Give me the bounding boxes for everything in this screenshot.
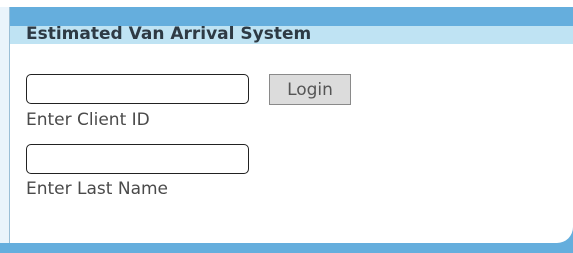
- last-name-label: Enter Last Name: [26, 179, 169, 199]
- client-id-label: Enter Client ID: [26, 110, 150, 130]
- client-id-input[interactable]: [26, 74, 249, 104]
- left-border: [0, 7, 10, 243]
- page-title: Estimated Van Arrival System: [26, 24, 312, 44]
- top-margin: [0, 0, 573, 7]
- login-button[interactable]: Login: [269, 74, 351, 105]
- app-window: Estimated Van Arrival System Login Enter…: [0, 0, 573, 253]
- last-name-input[interactable]: [26, 144, 249, 174]
